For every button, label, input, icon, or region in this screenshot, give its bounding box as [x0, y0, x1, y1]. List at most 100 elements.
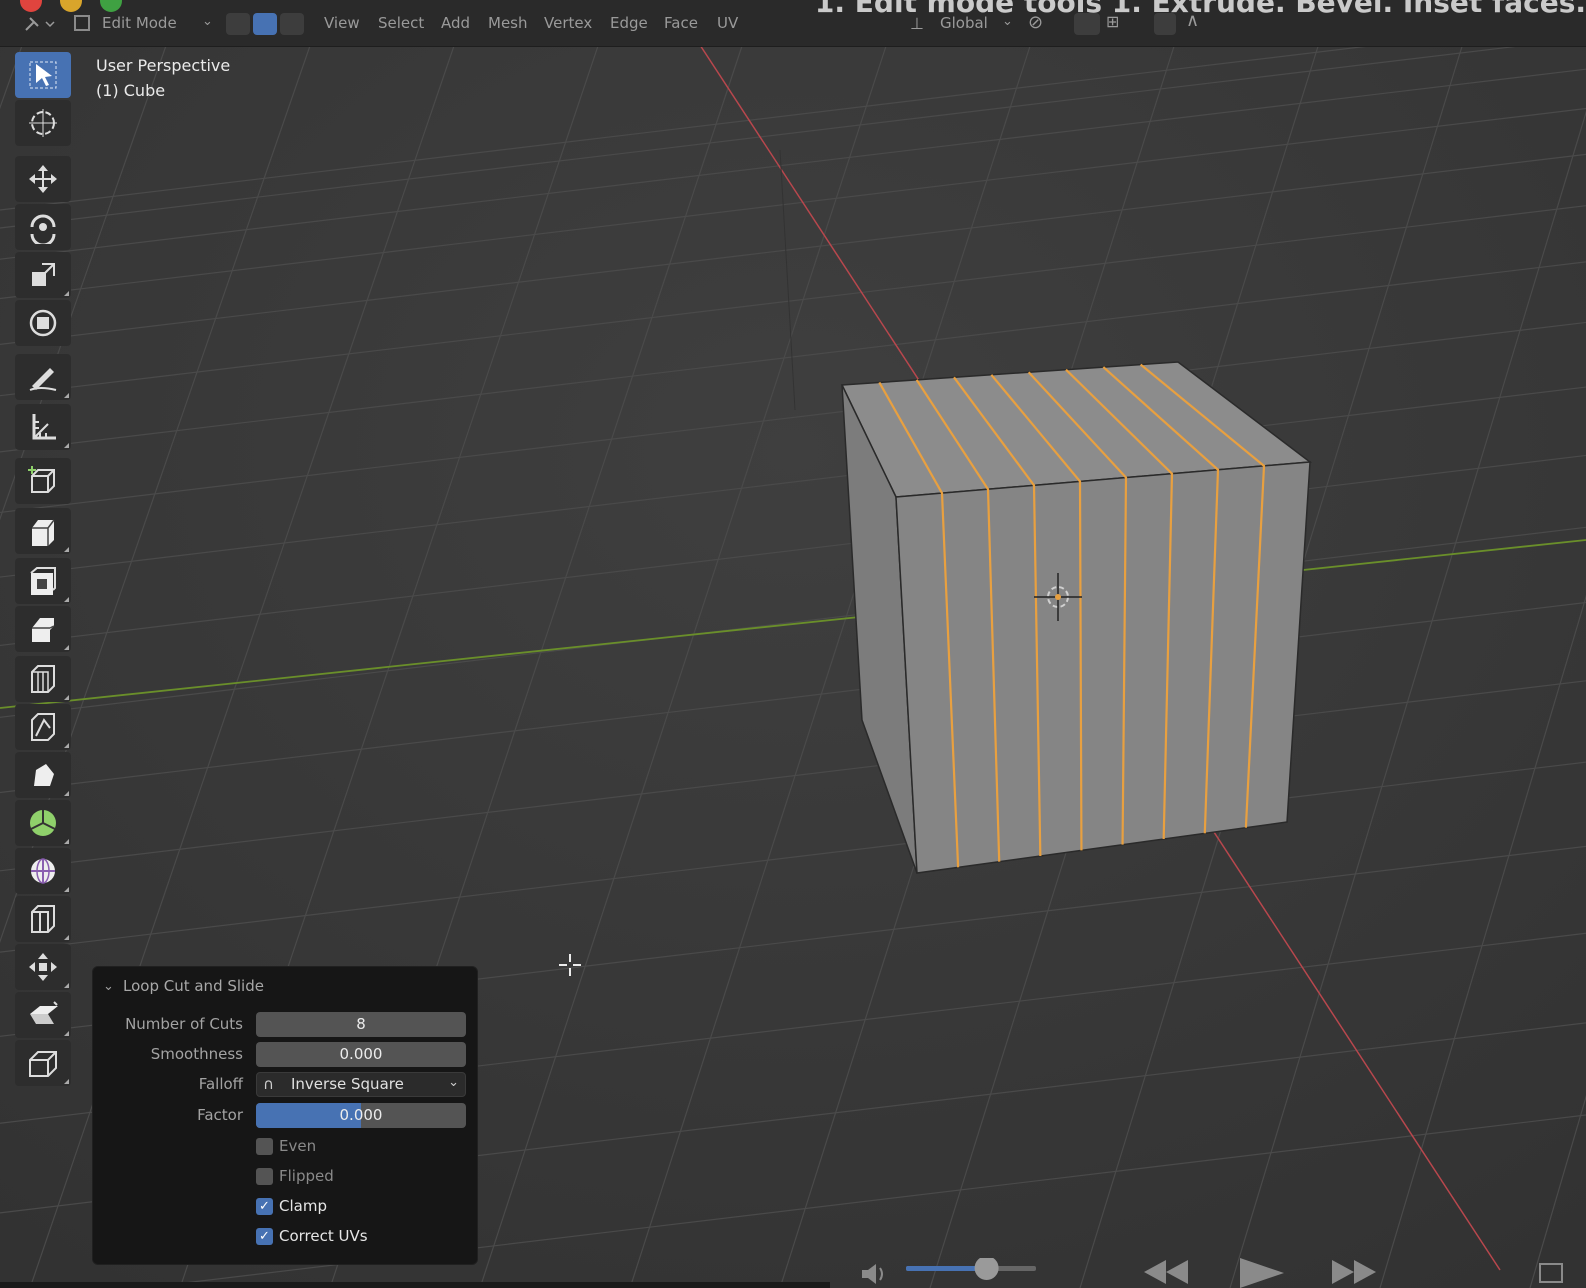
poly-build-icon: [34, 764, 54, 786]
tool-edge-slide[interactable]: [15, 896, 71, 942]
move-icon: [29, 165, 57, 193]
tool-smooth[interactable]: [15, 848, 71, 894]
menu-edge[interactable]: Edge: [610, 14, 648, 32]
rotate-icon: [30, 214, 56, 244]
maximize-window-icon[interactable]: [100, 0, 122, 12]
viewport-header: Edit Mode ⌄ View Select Add Mesh Vertex Edge F…: [0, 0, 1586, 47]
smoothness-field[interactable]: 0.000: [256, 1042, 466, 1067]
tool-select-box[interactable]: [15, 52, 71, 98]
inset-faces-icon: [30, 567, 56, 595]
correct-uvs-checkbox-row[interactable]: ✓ Correct UVs: [256, 1225, 368, 1247]
shear-icon: [30, 1001, 58, 1024]
tool-cursor[interactable]: [15, 100, 71, 146]
last-operator-panel: ⌄ Loop Cut and Slide Number of Cuts 8 Sm…: [92, 966, 478, 1265]
flipped-checkbox-row[interactable]: Flipped: [256, 1165, 334, 1187]
tool-measure[interactable]: [15, 404, 71, 450]
operator-title[interactable]: Loop Cut and Slide: [123, 977, 264, 995]
video-playback-bar: [0, 1258, 1563, 1288]
rewind-icon[interactable]: [1144, 1260, 1188, 1284]
falloff-label: Falloff: [198, 1075, 243, 1093]
tool-add-cube[interactable]: [15, 458, 71, 504]
tool-inset-faces[interactable]: [15, 558, 71, 604]
knife-icon: [31, 713, 55, 741]
bevel-icon: [32, 618, 55, 642]
even-checkbox[interactable]: [256, 1137, 273, 1155]
shrink-fatten-icon: [29, 953, 57, 981]
clamp-checkbox[interactable]: ✓: [256, 1197, 273, 1215]
chevron-down-icon: ⌄: [448, 1075, 459, 1090]
close-window-icon[interactable]: [20, 0, 42, 12]
vertex-select-button[interactable]: [226, 13, 250, 35]
tool-shear[interactable]: [15, 992, 71, 1038]
minimize-window-icon[interactable]: [60, 0, 82, 12]
add-cube-icon: [28, 466, 55, 493]
tool-annotate[interactable]: [15, 354, 71, 400]
volume-slider-fill: [906, 1266, 987, 1271]
tool-move[interactable]: [15, 156, 71, 202]
menu-face[interactable]: Face: [664, 14, 698, 32]
menu-select[interactable]: Select: [378, 14, 424, 32]
collapse-chevron-icon[interactable]: ⌄: [103, 979, 114, 994]
number-of-cuts-value: 8: [356, 1015, 366, 1033]
tool-scale[interactable]: [15, 252, 71, 298]
tool-loop-cut[interactable]: [15, 656, 71, 702]
scale-icon: [32, 263, 55, 286]
number-of-cuts-field[interactable]: 8: [256, 1012, 466, 1037]
tool-shrink-fatten[interactable]: [15, 944, 71, 990]
measure-icon: [32, 414, 56, 440]
cube-front-face: [895, 461, 1311, 874]
loop-cut-icon: [31, 665, 55, 693]
flipped-checkbox[interactable]: [256, 1167, 273, 1185]
correct-uvs-checkbox[interactable]: ✓: [256, 1227, 273, 1245]
cube-mesh[interactable]: [840, 361, 1313, 874]
even-checkbox-row[interactable]: Even: [256, 1135, 316, 1157]
tool-poly-build[interactable]: [15, 752, 71, 798]
clamp-checkbox-row[interactable]: ✓ Clamp: [256, 1195, 327, 1217]
edge-slide-icon: [31, 905, 55, 933]
edit-mode-icon: [74, 15, 90, 31]
rip-region-icon: [29, 1051, 57, 1077]
view-name: User Perspective: [96, 56, 231, 75]
fast-forward-icon[interactable]: [1332, 1260, 1376, 1284]
play-icon[interactable]: [1240, 1258, 1284, 1288]
face-select-button[interactable]: [280, 13, 304, 35]
mode-selector[interactable]: Edit Mode ⌄: [72, 12, 218, 36]
menu-view[interactable]: View: [324, 14, 360, 32]
editor-type-icon[interactable]: [22, 14, 56, 34]
falloff-curve-icon: ∩: [263, 1075, 274, 1093]
even-label: Even: [279, 1137, 317, 1155]
volume-slider-knob[interactable]: [974, 1258, 999, 1280]
tool-bevel[interactable]: [15, 606, 71, 652]
smoothness-label: Smoothness: [150, 1045, 243, 1063]
edge-select-button[interactable]: [253, 13, 277, 35]
tool-knife[interactable]: [15, 704, 71, 750]
smooth-icon: [31, 858, 55, 884]
extrude-region-icon: [32, 519, 55, 546]
tool-rotate[interactable]: [15, 204, 71, 250]
factor-label: Factor: [197, 1106, 243, 1124]
select-box-icon: [29, 61, 57, 89]
menu-add[interactable]: Add: [441, 14, 470, 32]
correct-uvs-label: Correct UVs: [279, 1227, 368, 1245]
cursor-icon: [29, 109, 57, 137]
tool-transform[interactable]: [15, 300, 71, 346]
clamp-label: Clamp: [279, 1197, 327, 1215]
menu-vertex[interactable]: Vertex: [544, 14, 592, 32]
spin-icon: [30, 810, 56, 836]
volume-icon[interactable]: [862, 1264, 883, 1284]
menu-mesh[interactable]: Mesh: [488, 14, 528, 32]
transform-icon: [29, 309, 57, 337]
tool-rip-region[interactable]: [15, 1040, 71, 1086]
tool-extrude-region[interactable]: [15, 508, 71, 554]
factor-slider[interactable]: 0.000: [256, 1103, 466, 1128]
falloff-value: Inverse Square: [291, 1075, 404, 1093]
factor-value: 0.000: [339, 1106, 383, 1124]
fullscreen-icon[interactable]: [1539, 1263, 1563, 1283]
menu-uv[interactable]: UV: [717, 14, 738, 32]
mode-label: Edit Mode: [102, 14, 177, 32]
tool-spin[interactable]: [15, 800, 71, 846]
smoothness-value: 0.000: [339, 1045, 383, 1063]
video-title: 1. Edit mode tools 1. Extrude. Bevel. In…: [814, 0, 1586, 19]
falloff-dropdown[interactable]: ∩ Inverse Square ⌄: [256, 1072, 466, 1097]
annotate-icon: [29, 368, 57, 391]
